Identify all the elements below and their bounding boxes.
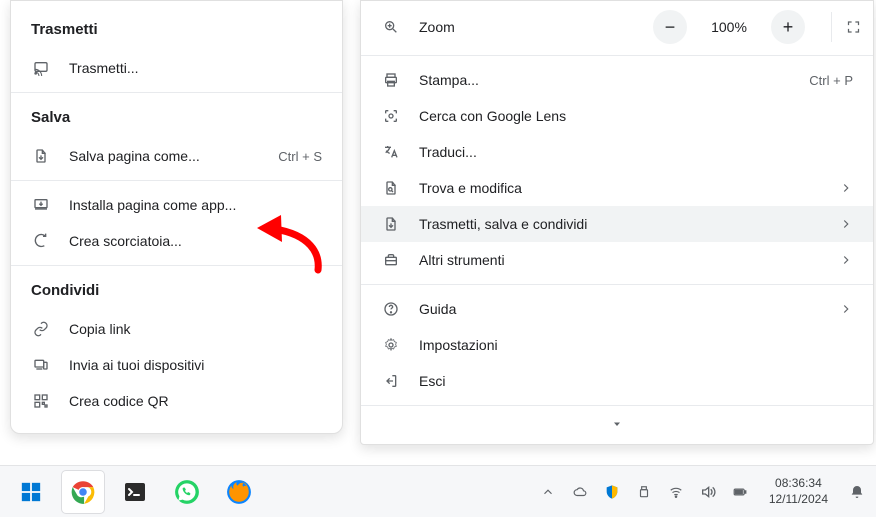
tray-wifi-icon[interactable] — [667, 485, 685, 499]
save-share-icon — [381, 214, 401, 234]
menu-item-label: Guida — [419, 301, 821, 317]
zoom-row: Zoom − 100% + — [361, 5, 873, 49]
tray-datetime[interactable]: 08:36:34 12/11/2024 — [763, 476, 834, 507]
zoom-value: 100% — [705, 19, 753, 35]
menu-item-label: Traduci... — [419, 144, 853, 160]
fullscreen-button[interactable] — [831, 12, 861, 42]
divider — [11, 180, 342, 181]
save-page-icon — [31, 146, 51, 166]
expand-toggle[interactable] — [361, 412, 873, 432]
menu-item-cast-save-share[interactable]: Trasmetti, salva e condividi — [361, 206, 873, 242]
divider — [11, 92, 342, 93]
menu-item-label: Salva pagina come... — [69, 148, 260, 164]
taskbar-app-firefox[interactable] — [218, 471, 260, 513]
taskbar-app-chrome[interactable] — [62, 471, 104, 513]
tray-date: 12/11/2024 — [769, 492, 828, 508]
taskbar-app-start[interactable] — [10, 471, 52, 513]
menu-item-label: Trova e modifica — [419, 180, 821, 196]
chrome-main-menu: Zoom − 100% + Stampa... Ctrl + P Cerca c… — [360, 0, 874, 445]
exit-icon — [381, 371, 401, 391]
menu-item-label: Stampa... — [419, 72, 791, 88]
printer-icon — [381, 70, 401, 90]
menu-item-find-edit[interactable]: Trova e modifica — [361, 170, 873, 206]
divider — [361, 284, 873, 285]
menu-item-label: Invia ai tuoi dispositivi — [69, 357, 322, 373]
menu-item-send-devices[interactable]: Invia ai tuoi dispositivi — [11, 347, 342, 383]
chevron-right-icon — [839, 302, 853, 316]
shortcut: Ctrl + P — [809, 73, 853, 88]
tray-chevron-icon[interactable] — [539, 485, 557, 499]
menu-item-label: Esci — [419, 373, 853, 389]
section-title-trasmetti: Trasmetti — [11, 11, 342, 50]
menu-item-print[interactable]: Stampa... Ctrl + P — [361, 62, 873, 98]
toolbox-icon — [381, 250, 401, 270]
menu-item-translate[interactable]: Traduci... — [361, 134, 873, 170]
divider — [361, 55, 873, 56]
menu-item-qr-code[interactable]: Crea codice QR — [11, 383, 342, 419]
divider — [361, 405, 873, 406]
devices-icon — [31, 355, 51, 375]
menu-item-help[interactable]: Guida — [361, 291, 873, 327]
menu-item-lens[interactable]: Cerca con Google Lens — [361, 98, 873, 134]
cast-icon — [31, 58, 51, 78]
chrome-submenu: Trasmetti Trasmetti... Salva Salva pagin… — [10, 0, 343, 434]
link-icon — [31, 319, 51, 339]
menu-item-label: Altri strumenti — [419, 252, 821, 268]
menu-item-label: Trasmetti, salva e condividi — [419, 216, 821, 232]
menu-item-label: Cerca con Google Lens — [419, 108, 853, 124]
taskbar: 08:36:34 12/11/2024 — [0, 465, 876, 517]
shortcut-icon — [31, 231, 51, 251]
menu-item-label: Trasmetti... — [69, 60, 322, 76]
menu-item-label: Copia link — [69, 321, 322, 337]
qr-icon — [31, 391, 51, 411]
menu-item-create-shortcut[interactable]: Crea scorciatoia... — [11, 223, 342, 259]
section-title-condividi: Condividi — [11, 272, 342, 311]
gear-icon — [381, 335, 401, 355]
menu-item-save-page[interactable]: Salva pagina come... Ctrl + S — [11, 138, 342, 174]
menu-item-label: Impostazioni — [419, 337, 853, 353]
menu-item-label: Installa pagina come app... — [69, 197, 322, 213]
menu-item-exit[interactable]: Esci — [361, 363, 873, 399]
taskbar-app-terminal[interactable] — [114, 471, 156, 513]
tray-usb-icon[interactable] — [635, 483, 653, 501]
taskbar-app-whatsapp[interactable] — [166, 471, 208, 513]
chevron-right-icon — [839, 181, 853, 195]
tray-notifications-icon[interactable] — [848, 483, 866, 501]
tray-time: 08:36:34 — [769, 476, 828, 492]
zoom-out-button[interactable]: − — [653, 10, 687, 44]
translate-icon — [381, 142, 401, 162]
divider — [11, 265, 342, 266]
zoom-icon — [381, 19, 401, 35]
system-tray: 08:36:34 12/11/2024 — [539, 476, 866, 507]
chevron-right-icon — [839, 217, 853, 231]
document-search-icon — [381, 178, 401, 198]
menu-item-more-tools[interactable]: Altri strumenti — [361, 242, 873, 278]
help-icon — [381, 299, 401, 319]
section-title-salva: Salva — [11, 99, 342, 138]
tray-security-icon[interactable] — [603, 483, 621, 501]
chevron-right-icon — [839, 253, 853, 267]
menu-item-label: Crea codice QR — [69, 393, 322, 409]
zoom-label: Zoom — [419, 19, 635, 35]
menu-item-copy-link[interactable]: Copia link — [11, 311, 342, 347]
tray-volume-icon[interactable] — [699, 484, 717, 500]
install-app-icon — [31, 195, 51, 215]
tray-battery-icon[interactable] — [731, 485, 749, 499]
menu-item-label: Crea scorciatoia... — [69, 233, 322, 249]
menu-item-cast[interactable]: Trasmetti... — [11, 50, 342, 86]
tray-cloud-icon[interactable] — [571, 485, 589, 499]
zoom-in-button[interactable]: + — [771, 10, 805, 44]
lens-icon — [381, 106, 401, 126]
menu-item-settings[interactable]: Impostazioni — [361, 327, 873, 363]
shortcut: Ctrl + S — [278, 149, 322, 164]
menu-item-install-app[interactable]: Installa pagina come app... — [11, 187, 342, 223]
